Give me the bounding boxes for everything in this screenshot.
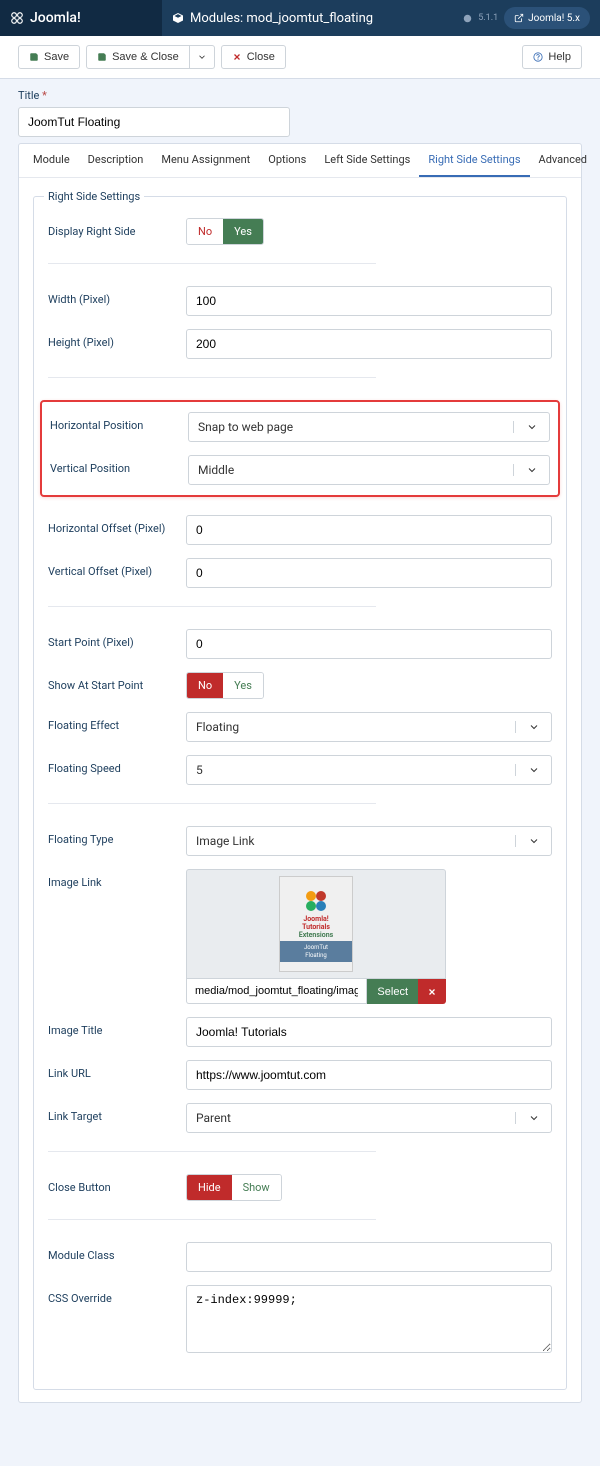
save-close-button[interactable]: Save & Close: [86, 45, 190, 69]
divider: [48, 1151, 376, 1152]
link-target-select[interactable]: Parent: [186, 1103, 552, 1133]
image-title-label: Image Title: [48, 1017, 186, 1037]
display-right-side-label: Display Right Side: [48, 218, 186, 238]
floating-effect-select[interactable]: Floating: [186, 712, 552, 742]
link-target-label: Link Target: [48, 1103, 186, 1123]
save-button[interactable]: Save: [18, 45, 80, 69]
joomla-version-icon: [463, 14, 472, 23]
close-icon: [232, 52, 242, 62]
width-input[interactable]: [186, 286, 552, 316]
chevron-down-icon: [526, 421, 538, 433]
link-url-label: Link URL: [48, 1060, 186, 1080]
highlighted-region: Horizontal Position Snap to web page Ver…: [40, 400, 560, 497]
image-clear-button[interactable]: [418, 979, 446, 1004]
floating-type-select[interactable]: Image Link: [186, 826, 552, 856]
save-icon: [29, 52, 39, 62]
close-icon: [427, 987, 437, 997]
display-right-side-toggle[interactable]: No Yes: [186, 218, 264, 245]
tab-right-side-settings[interactable]: Right Side Settings: [419, 144, 529, 177]
divider: [48, 263, 376, 264]
chevron-down-icon: [528, 835, 540, 847]
toggle-no[interactable]: No: [187, 219, 223, 244]
logo-area[interactable]: Joomla!: [0, 0, 162, 36]
tab-options[interactable]: Options: [259, 144, 315, 177]
divider: [48, 803, 376, 804]
floating-effect-label: Floating Effect: [48, 712, 186, 732]
horizontal-position-select[interactable]: Snap to web page: [188, 412, 550, 442]
tabs: Module Description Menu Assignment Optio…: [19, 144, 581, 178]
floating-type-label: Floating Type: [48, 826, 186, 846]
horizontal-offset-input[interactable]: [186, 515, 552, 545]
help-icon: [533, 52, 543, 62]
horizontal-offset-label: Horizontal Offset (Pixel): [48, 515, 186, 535]
toggle-hide[interactable]: Hide: [187, 1175, 232, 1200]
image-select-button[interactable]: Select: [367, 979, 418, 1004]
image-path-input[interactable]: [186, 979, 367, 1004]
save-icon: [97, 52, 107, 62]
divider: [48, 1219, 376, 1220]
link-url-input[interactable]: [186, 1060, 552, 1090]
title-label: Title *: [18, 89, 582, 102]
css-override-textarea[interactable]: [186, 1285, 552, 1353]
close-button-toggle[interactable]: Hide Show: [186, 1174, 282, 1201]
logo-text: Joomla!: [30, 10, 81, 26]
module-class-input[interactable]: [186, 1242, 552, 1272]
vertical-offset-input[interactable]: [186, 558, 552, 588]
tab-menu-assignment[interactable]: Menu Assignment: [152, 144, 259, 177]
start-point-input[interactable]: [186, 629, 552, 659]
chevron-down-icon: [526, 464, 538, 476]
floating-speed-select[interactable]: 5: [186, 755, 552, 785]
joomla-logo-icon: [10, 11, 24, 25]
image-link-label: Image Link: [48, 869, 186, 889]
height-input[interactable]: [186, 329, 552, 359]
close-button-label: Close Button: [48, 1174, 186, 1194]
horizontal-position-label: Horizontal Position: [50, 412, 188, 432]
tab-left-side-settings[interactable]: Left Side Settings: [315, 144, 419, 177]
css-override-label: CSS Override: [48, 1285, 186, 1305]
width-label: Width (Pixel): [48, 286, 186, 306]
close-button[interactable]: Close: [221, 45, 286, 69]
view-site-button[interactable]: Joomla! 5.x: [504, 7, 590, 29]
fieldset-legend: Right Side Settings: [44, 190, 144, 203]
save-dropdown-button[interactable]: [190, 45, 215, 69]
toggle-show[interactable]: Show: [232, 1175, 281, 1200]
divider: [48, 377, 376, 378]
height-label: Height (Pixel): [48, 329, 186, 349]
chevron-down-icon: [528, 1112, 540, 1124]
image-preview: Joomla!TutorialsExtensions JoomTutFloati…: [186, 869, 446, 979]
cube-icon: [172, 12, 184, 24]
tab-description[interactable]: Description: [79, 144, 153, 177]
floating-speed-label: Floating Speed: [48, 755, 186, 775]
toggle-no[interactable]: No: [187, 673, 223, 698]
vertical-position-label: Vertical Position: [50, 455, 188, 475]
toggle-yes[interactable]: Yes: [223, 219, 263, 244]
toggle-yes[interactable]: Yes: [223, 673, 263, 698]
show-at-start-label: Show At Start Point: [48, 672, 186, 692]
show-at-start-toggle[interactable]: No Yes: [186, 672, 264, 699]
module-class-label: Module Class: [48, 1242, 186, 1262]
title-input[interactable]: [18, 107, 290, 137]
joomla-icon: [301, 886, 331, 916]
page-title: Modules: mod_joomtut_floating: [162, 11, 463, 26]
tab-permissions[interactable]: Permissions: [596, 144, 600, 177]
chevron-down-icon: [197, 52, 207, 62]
vertical-position-select[interactable]: Middle: [188, 455, 550, 485]
help-button[interactable]: Help: [522, 45, 582, 69]
tab-advanced[interactable]: Advanced: [530, 144, 596, 177]
tab-module[interactable]: Module: [24, 144, 79, 177]
external-link-icon: [514, 13, 524, 23]
chevron-down-icon: [528, 721, 540, 733]
start-point-label: Start Point (Pixel): [48, 629, 186, 649]
version-text: 5.1.1: [478, 13, 498, 23]
divider: [48, 606, 376, 607]
image-title-input[interactable]: [186, 1017, 552, 1047]
vertical-offset-label: Vertical Offset (Pixel): [48, 558, 186, 578]
chevron-down-icon: [528, 764, 540, 776]
